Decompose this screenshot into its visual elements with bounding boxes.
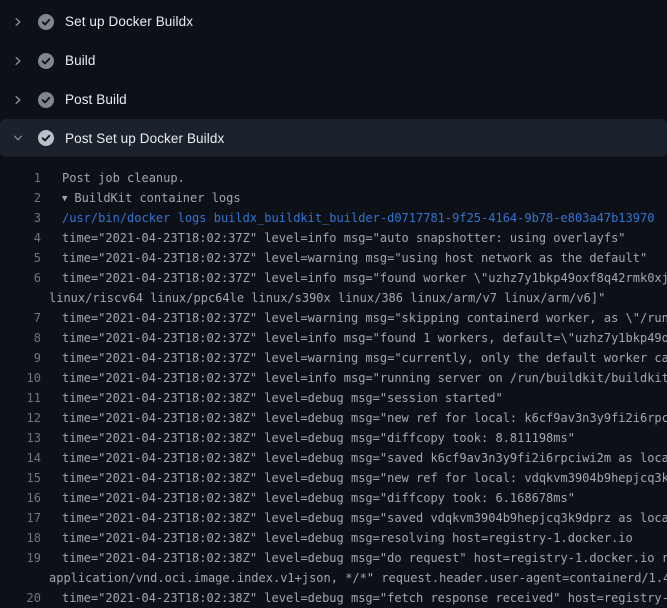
- log-line: 9 time="2021-04-23T18:02:37Z" level=warni…: [0, 348, 667, 368]
- line-number-link: [0, 568, 41, 588]
- log-viewer: 1 Post job cleanup. 2 ▼ BuildKit container l…: [0, 157, 667, 608]
- line-number-link[interactable]: 6: [0, 268, 41, 288]
- check-circle-icon: [38, 130, 54, 146]
- line-number-link[interactable]: 19: [0, 548, 41, 568]
- step-title: Post Build: [65, 92, 127, 107]
- line-number-link[interactable]: 10: [0, 368, 41, 388]
- log-text: time="2021-04-23T18:02:38Z" level=debug …: [62, 468, 667, 488]
- log-text: time="2021-04-23T18:02:38Z" level=debug …: [62, 528, 633, 548]
- line-number-link[interactable]: 3: [0, 208, 41, 228]
- line-number-link[interactable]: 14: [0, 448, 41, 468]
- steps-list: Set up Docker Buildx Build Post Build Po…: [0, 0, 667, 157]
- line-number-link[interactable]: 11: [0, 388, 41, 408]
- step-title: Set up Docker Buildx: [65, 14, 193, 29]
- log-line: 3/usr/bin/docker logs buildx_buildkit_bu…: [0, 208, 667, 228]
- step-header-build[interactable]: Build: [0, 41, 667, 80]
- log-text: time="2021-04-23T18:02:38Z" level=debug …: [62, 548, 667, 568]
- log-text: time="2021-04-23T18:02:38Z" level=debug …: [62, 448, 667, 468]
- check-circle-icon: [38, 92, 54, 108]
- log-line: 5 time="2021-04-23T18:02:37Z" level=warni…: [0, 248, 667, 268]
- step-header-post-build[interactable]: Post Build: [0, 80, 667, 119]
- step-title: Build: [65, 53, 96, 68]
- log-text: time="2021-04-23T18:02:37Z" level=info m…: [62, 368, 667, 388]
- line-number-link[interactable]: 15: [0, 468, 41, 488]
- log-line: 6 time="2021-04-23T18:02:37Z" level=info …: [0, 268, 667, 288]
- log-text: time="2021-04-23T18:02:38Z" level=debug …: [62, 588, 667, 608]
- check-circle-icon: [38, 14, 54, 30]
- log-line-wrap: linux/riscv64 linux/ppc64le linux/s390x …: [0, 288, 667, 308]
- log-text: time="2021-04-23T18:02:38Z" level=debug …: [62, 408, 667, 428]
- log-line: 2 ▼ BuildKit container logs: [0, 188, 667, 208]
- log-group-label[interactable]: BuildKit container logs: [74, 191, 240, 205]
- log-text: application/vnd.oci.image.index.v1+json,…: [49, 568, 667, 588]
- log-text: time="2021-04-23T18:02:37Z" level=warnin…: [62, 348, 667, 368]
- chevron-down-icon: [12, 132, 24, 144]
- log-line: 17 time="2021-04-23T18:02:38Z" level=debu…: [0, 508, 667, 528]
- log-line: 1 Post job cleanup.: [0, 168, 667, 188]
- log-line: 15 time="2021-04-23T18:02:38Z" level=debu…: [0, 468, 667, 488]
- line-number-link[interactable]: 8: [0, 328, 41, 348]
- log-line: 14 time="2021-04-23T18:02:38Z" level=debu…: [0, 448, 667, 468]
- log-line: 20 time="2021-04-23T18:02:38Z" level=debu…: [0, 588, 667, 608]
- line-number-link[interactable]: 4: [0, 228, 41, 248]
- log-line: 10 time="2021-04-23T18:02:37Z" level=info…: [0, 368, 667, 388]
- log-line: 12 time="2021-04-23T18:02:38Z" level=debu…: [0, 408, 667, 428]
- log-text: time="2021-04-23T18:02:38Z" level=debug …: [62, 428, 575, 448]
- log-group-toggle-icon[interactable]: ▼: [62, 189, 67, 208]
- line-number-link[interactable]: 20: [0, 588, 41, 608]
- step-header-set-up-docker-buildx[interactable]: Set up Docker Buildx: [0, 2, 667, 41]
- step-title: Post Set up Docker Buildx: [65, 131, 224, 146]
- line-number-link[interactable]: 7: [0, 308, 41, 328]
- line-number-link[interactable]: 1: [0, 168, 41, 188]
- log-line: 13 time="2021-04-23T18:02:38Z" level=debu…: [0, 428, 667, 448]
- line-number-link[interactable]: 17: [0, 508, 41, 528]
- log-text: time="2021-04-23T18:02:37Z" level=warnin…: [62, 248, 647, 268]
- command-text: /usr/bin/docker logs buildx_buildkit_bui…: [62, 208, 654, 228]
- log-text: time="2021-04-23T18:02:37Z" level=info m…: [62, 268, 667, 288]
- log-group-row: ▼ BuildKit container logs: [62, 188, 241, 208]
- log-line: 18 time="2021-04-23T18:02:38Z" level=debu…: [0, 528, 667, 548]
- log-text: time="2021-04-23T18:02:37Z" level=info m…: [62, 228, 626, 248]
- check-circle-icon: [38, 53, 54, 69]
- line-number-link[interactable]: 5: [0, 248, 41, 268]
- line-number-link: [0, 288, 41, 308]
- line-number-link[interactable]: 13: [0, 428, 41, 448]
- log-text: linux/riscv64 linux/ppc64le linux/s390x …: [49, 288, 605, 308]
- log-text: time="2021-04-23T18:02:37Z" level=warnin…: [62, 308, 667, 328]
- log-text: time="2021-04-23T18:02:38Z" level=debug …: [62, 508, 667, 528]
- log-line: 19 time="2021-04-23T18:02:38Z" level=debu…: [0, 548, 667, 568]
- step-header-post-set-up-docker-buildx[interactable]: Post Set up Docker Buildx: [0, 119, 667, 157]
- log-line: 11 time="2021-04-23T18:02:38Z" level=debu…: [0, 388, 667, 408]
- log-text: time="2021-04-23T18:02:38Z" level=debug …: [62, 488, 575, 508]
- line-number-link[interactable]: 16: [0, 488, 41, 508]
- chevron-right-icon: [12, 16, 24, 28]
- log-text: time="2021-04-23T18:02:38Z" level=debug …: [62, 388, 503, 408]
- line-number-link[interactable]: 12: [0, 408, 41, 428]
- line-number-link[interactable]: 18: [0, 528, 41, 548]
- log-line: 16 time="2021-04-23T18:02:38Z" level=debu…: [0, 488, 667, 508]
- line-number-link[interactable]: 2: [0, 188, 41, 208]
- log-line: 4 time="2021-04-23T18:02:37Z" level=info …: [0, 228, 667, 248]
- line-number-link[interactable]: 9: [0, 348, 41, 368]
- log-text: Post job cleanup.: [62, 168, 185, 188]
- log-line: 7 time="2021-04-23T18:02:37Z" level=warni…: [0, 308, 667, 328]
- log-line: 8 time="2021-04-23T18:02:37Z" level=info …: [0, 328, 667, 348]
- chevron-right-icon: [12, 94, 24, 106]
- chevron-right-icon: [12, 55, 24, 67]
- log-line-wrap: application/vnd.oci.image.index.v1+json,…: [0, 568, 667, 588]
- log-text: time="2021-04-23T18:02:37Z" level=info m…: [62, 328, 667, 348]
